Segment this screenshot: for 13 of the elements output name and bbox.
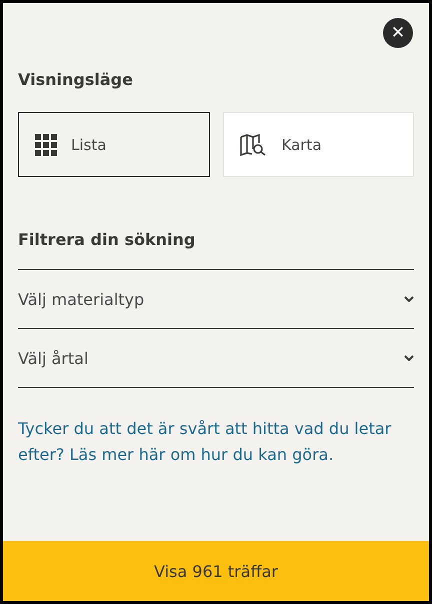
show-results-button[interactable]: Visa 961 träffar: [3, 541, 429, 601]
view-mode-option[interactable]: Lista: [18, 112, 210, 177]
grid-icon: [35, 134, 57, 156]
section-heading: Visningsläge: [18, 70, 134, 89]
view-mode-option[interactable]: Karta: [222, 112, 414, 177]
help-link[interactable]: Tycker du att det är svårt att hitta vad du letar efter? Läs mer här om hur du kan göra.: [18, 416, 414, 468]
section-heading: Filtrera din sökning: [18, 230, 196, 249]
map-search-icon: [240, 134, 268, 156]
chevron-icon: [404, 296, 414, 302]
chevron-icon: [404, 355, 414, 361]
filter-dropdown[interactable]: Välj årtal: [18, 329, 414, 388]
close-button[interactable]: ✕: [383, 18, 413, 48]
filter-dropdown[interactable]: Välj materialtyp: [18, 270, 414, 329]
